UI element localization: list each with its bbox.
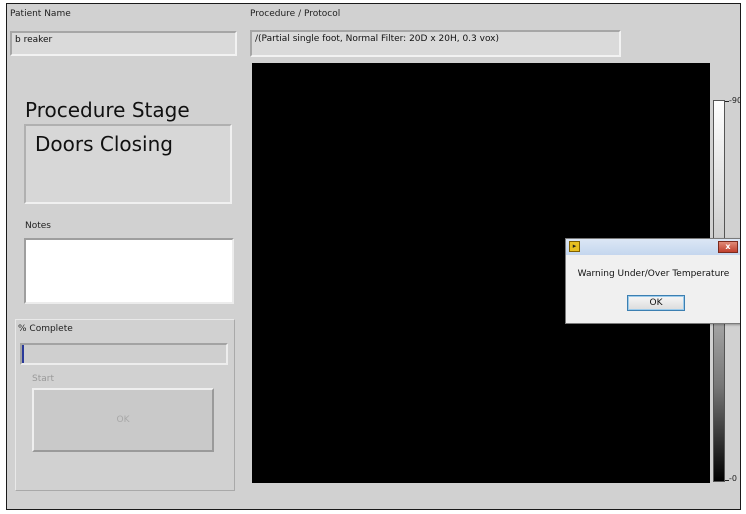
procedure-stage-title: Procedure Stage	[25, 98, 190, 122]
start-ok-button[interactable]: OK	[32, 388, 214, 452]
dialog-message: Warning Under/Over Temperature	[577, 269, 730, 279]
main-window: Patient Name b reaker Procedure / Protoc…	[6, 3, 741, 510]
procedure-protocol-field[interactable]: /(Partial single foot, Normal Filter: 20…	[250, 30, 621, 57]
patient-name-label: Patient Name	[10, 9, 71, 19]
labview-icon: ▸	[569, 241, 580, 252]
progress-bar	[20, 343, 228, 365]
close-icon[interactable]: x	[718, 241, 738, 253]
patient-name-field[interactable]: b reaker	[10, 31, 237, 56]
warning-dialog: ▸ x Warning Under/Over Temperature OK	[565, 238, 740, 324]
procedure-protocol-label: Procedure / Protocol	[250, 9, 341, 19]
percent-complete-label: % Complete	[18, 324, 73, 334]
progress-bar-fill	[22, 345, 25, 363]
scale-min-label: -0	[729, 474, 737, 483]
dialog-titlebar: ▸ x	[566, 239, 740, 255]
procedure-stage-display: Doors Closing	[24, 124, 232, 204]
procedure-stage-value: Doors Closing	[35, 132, 173, 156]
notes-textbox[interactable]	[24, 238, 234, 304]
start-label: Start	[32, 374, 54, 384]
dialog-ok-button[interactable]: OK	[627, 295, 685, 311]
scale-max-label: -90	[729, 96, 741, 105]
notes-label: Notes	[25, 221, 51, 231]
